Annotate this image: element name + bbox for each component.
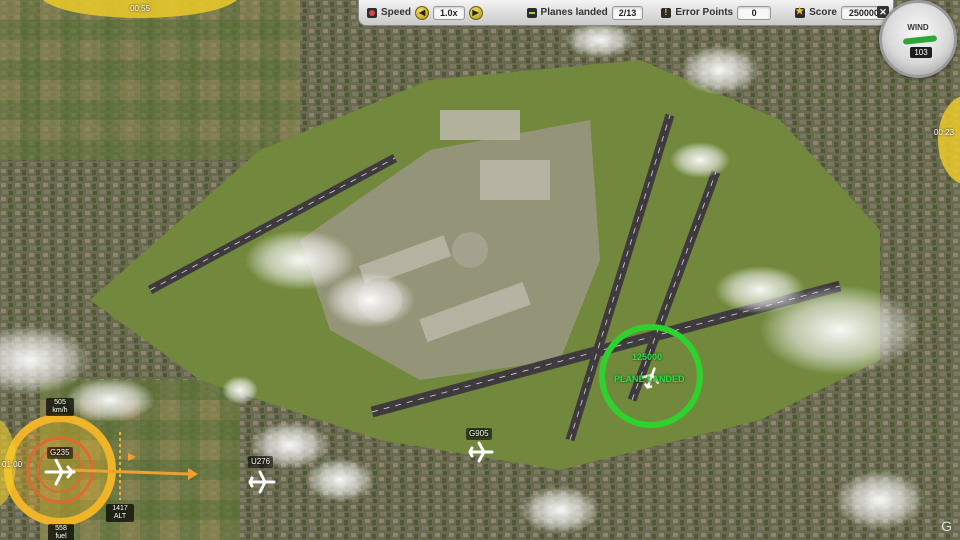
airport-map[interactable]: [0, 0, 960, 540]
speed-icon: [367, 7, 377, 18]
landed-points: 125000: [632, 352, 663, 362]
farmland-nw: [0, 0, 300, 160]
error-points-label: Error Points: [675, 7, 734, 18]
fuel-readout: 558 fuel: [48, 524, 74, 540]
fuel-unit: fuel: [55, 533, 67, 540]
plane-label-g235[interactable]: G235: [47, 447, 73, 459]
altitude-value: 1417: [112, 505, 128, 512]
plane-label-g905[interactable]: G905: [466, 428, 492, 440]
plane-icon: [526, 7, 537, 18]
timer-right: 00:23: [934, 128, 955, 137]
error-points-counter: Error Points 0: [661, 5, 772, 20]
star-icon: [795, 6, 806, 18]
speed-readout: 505 km/h: [46, 398, 74, 416]
planes-landed-value: 2/13: [611, 5, 644, 20]
altitude-unit: ALT: [113, 513, 127, 520]
speed-up-button[interactable]: ▶: [468, 5, 483, 20]
speed-value-display: 1.0x: [433, 5, 465, 20]
speed-control: Speed ◀ 1.0x ▶: [367, 5, 483, 20]
speed-value: 505: [54, 399, 66, 406]
wind-value: 103: [910, 47, 932, 58]
timer-left: 01:00: [2, 460, 23, 469]
speed-label: Speed: [381, 7, 412, 18]
top-hud-bar: Speed ◀ 1.0x ▶ Planes landed 2/13 Error …: [358, 0, 894, 26]
wind-direction-icon: [902, 35, 938, 45]
score-label: Score: [809, 7, 837, 18]
fuel-value: 558: [55, 525, 67, 532]
speed-unit: km/h: [52, 407, 68, 414]
plane-label-u276[interactable]: U276: [248, 456, 274, 468]
warning-icon: [661, 7, 672, 18]
planes-landed-label: Planes landed: [540, 7, 608, 18]
planes-landed-counter: Planes landed 2/13: [526, 5, 644, 20]
landed-message: PLANE LANDED: [614, 374, 685, 384]
timer-top: 00:55: [130, 4, 151, 13]
error-points-value: 0: [737, 5, 772, 20]
watermark-logo: G: [941, 518, 952, 534]
score-counter: Score 250000: [795, 5, 887, 20]
wind-label: WIND: [907, 23, 929, 32]
speed-down-button[interactable]: ◀: [415, 5, 430, 20]
wind-gauge: WIND 103: [879, 0, 957, 78]
altitude-readout: 1417 ALT: [106, 504, 134, 522]
